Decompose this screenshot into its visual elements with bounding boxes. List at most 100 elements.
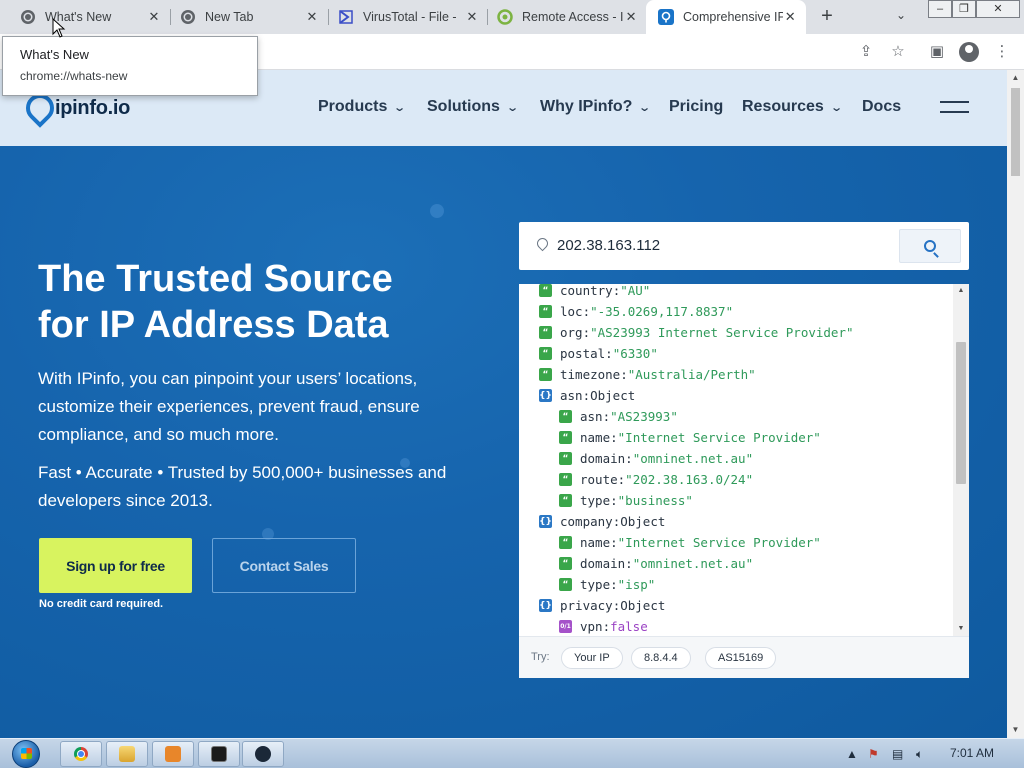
bookmark-star-icon[interactable]: ☆ [888, 42, 908, 62]
sign-up-button[interactable]: Sign up for free [39, 538, 192, 593]
start-button[interactable] [8, 739, 44, 768]
json-line: {} asn: Object [539, 385, 635, 406]
media-player-icon [165, 746, 181, 762]
chrome-icon [180, 9, 196, 25]
nav-pricing[interactable]: Pricing [669, 98, 723, 116]
json-colon: : [602, 409, 611, 424]
mouse-cursor-icon [52, 18, 66, 38]
page-scrollbar[interactable]: ▲ ▼ [1007, 70, 1024, 738]
string-type-icon: “ [559, 536, 572, 549]
tray-flag-icon[interactable]: ⚑ [868, 747, 879, 761]
hamburger-menu-icon[interactable] [940, 101, 969, 121]
string-type-icon: “ [539, 305, 552, 318]
json-colon: : [582, 388, 591, 403]
try-chip-your-ip[interactable]: Your IP [561, 647, 623, 669]
logo-text: ipinfo.io [55, 96, 131, 119]
json-value: "isp" [617, 577, 656, 592]
nav-products[interactable]: Products ⌄ [318, 98, 406, 116]
chrome-icon [74, 747, 88, 761]
try-chip-ip[interactable]: 8.8.4.4 [631, 647, 691, 669]
tab-ipinfo[interactable]: Comprehensive IP ✕ [646, 0, 806, 34]
json-colon: : [612, 514, 621, 529]
chevron-down-icon: ⌄ [638, 101, 652, 114]
ip-input[interactable]: 202.38.163.112 [557, 237, 660, 254]
tray-volume-icon[interactable]: 🔈︎ [916, 747, 923, 762]
json-line: “ type: "business" [559, 490, 693, 511]
json-value: "AS23993 Internet Service Provider" [590, 325, 854, 340]
tray-network-icon[interactable]: ▤ [892, 747, 903, 761]
steam-icon [255, 746, 271, 762]
string-type-icon: “ [539, 326, 552, 339]
nav-why-ipinfo[interactable]: Why IPinfo? ⌄ [540, 98, 652, 116]
json-colon: : [605, 346, 613, 361]
json-line: “ postal: "6330" [539, 343, 658, 364]
try-label: Try: [531, 651, 550, 663]
scroll-thumb[interactable] [1011, 88, 1020, 176]
profile-avatar[interactable] [959, 42, 979, 62]
maximize-button[interactable]: ❐ [952, 0, 976, 18]
json-scrollbar[interactable]: ▲ ▼ [953, 284, 969, 636]
json-value: "business" [617, 493, 693, 508]
close-icon[interactable]: ✕ [623, 9, 639, 25]
chrome-icon [20, 9, 36, 25]
tab-virustotal[interactable]: VirusTotal - File - ✕ [318, 0, 488, 34]
taskbar-chrome[interactable] [60, 741, 102, 767]
tray-expand-icon[interactable]: ▲ [846, 747, 858, 761]
nav-resources[interactable]: Resources ⌄ [742, 98, 843, 116]
string-type-icon: “ [539, 368, 552, 381]
object-type-icon[interactable]: {} [539, 515, 552, 528]
json-colon: : [610, 535, 618, 550]
json-value: "6330" [612, 346, 658, 361]
json-value: false [610, 619, 648, 634]
nav-docs[interactable]: Docs [862, 98, 901, 116]
side-panel-icon[interactable]: ▣ [927, 42, 947, 62]
object-type-icon[interactable]: {} [539, 599, 552, 612]
tab-label: Comprehensive IP [683, 10, 783, 24]
tab-whats-new[interactable]: What's New ✕ [0, 0, 170, 34]
share-icon[interactable]: ⇪ [856, 42, 876, 62]
scroll-down-arrow-icon[interactable]: ▼ [953, 622, 969, 636]
no-credit-card-note: No credit card required. [39, 598, 164, 610]
json-value: "202.38.163.0/24" [625, 472, 754, 487]
tooltip-url: chrome://whats-new [20, 69, 128, 83]
json-line: “ loc: "-35.0269,117.8837" [539, 301, 733, 322]
window-close-button[interactable]: ✕ [976, 0, 1020, 18]
json-line: 0/1 vpn: false [559, 616, 648, 636]
json-line: “ org: "AS23993 Internet Service Provider… [539, 322, 854, 343]
string-type-icon: “ [559, 557, 572, 570]
json-colon: : [617, 472, 626, 487]
try-chip-asn[interactable]: AS15169 [705, 647, 777, 669]
json-key: asn [580, 409, 603, 424]
taskbar-explorer[interactable] [106, 741, 148, 767]
ipinfo-logo[interactable]: ipinfo.io [25, 94, 130, 122]
tab-new-tab[interactable]: New Tab ✕ [160, 0, 328, 34]
tab-search-button[interactable]: ⌄ [896, 8, 906, 22]
json-key: type [580, 577, 611, 592]
json-value: "AS23993" [610, 409, 678, 424]
chevron-down-icon: ⌄ [506, 101, 519, 114]
scroll-up-arrow-icon[interactable]: ▲ [1007, 70, 1024, 86]
scroll-up-arrow-icon[interactable]: ▲ [953, 284, 969, 298]
string-type-icon: “ [559, 410, 572, 423]
scroll-down-arrow-icon[interactable]: ▼ [1007, 722, 1024, 738]
search-button[interactable] [899, 229, 961, 263]
tab-tooltip: What's New chrome://whats-new [2, 36, 258, 96]
json-key: timezone [560, 367, 621, 382]
taskbar-clock[interactable]: 7:01 AM [950, 746, 994, 760]
minimize-button[interactable]: – [928, 0, 952, 18]
scroll-thumb[interactable] [956, 342, 966, 484]
menu-icon[interactable]: ⋮ [992, 42, 1012, 62]
object-type-icon[interactable]: {} [539, 389, 552, 402]
close-icon[interactable]: ✕ [783, 9, 798, 25]
new-tab-button[interactable]: + [816, 6, 838, 28]
contact-sales-button[interactable]: Contact Sales [212, 538, 356, 593]
taskbar-steam[interactable] [242, 741, 284, 767]
taskbar-media-player[interactable] [152, 741, 194, 767]
tab-remote-access[interactable]: Remote Access - I ✕ [477, 0, 647, 34]
nav-solutions[interactable]: Solutions ⌄ [427, 98, 519, 116]
json-line: “ domain: "omninet.net.au" [559, 448, 753, 469]
json-value: "omninet.net.au" [632, 556, 754, 571]
taskbar-cmd[interactable] [198, 741, 240, 767]
json-key: country [560, 284, 613, 298]
json-result-body: “country: "AU" “loc: "-35.0269,117.8837" “… [519, 284, 953, 636]
